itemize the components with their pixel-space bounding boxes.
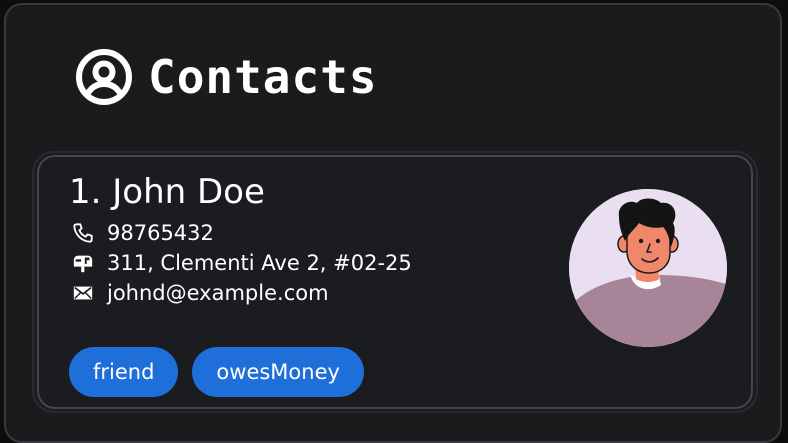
email-icon — [73, 286, 93, 300]
avatar — [569, 189, 727, 347]
header: Contacts — [74, 45, 378, 109]
contact-card-border: 1. John Doe 98765432 311, Clementi Ave 2… — [37, 155, 753, 409]
phone-value: 98765432 — [107, 221, 214, 245]
tag-friend: friend — [69, 347, 179, 397]
email-value: johnd@example.com — [107, 281, 329, 305]
address-value: 311, Clementi Ave 2, #02-25 — [107, 251, 412, 275]
tag-owes-money: owesMoney — [192, 347, 364, 397]
phone-icon — [73, 223, 93, 243]
tag-list: friend owesMoney — [69, 347, 364, 397]
person-avatar-icon — [569, 189, 727, 347]
mailbox-icon — [73, 255, 93, 273]
address-row: 311, Clementi Ave 2, #02-25 — [71, 251, 412, 275]
contact-name: 1. John Doe — [69, 172, 265, 212]
phone-row: 98765432 — [71, 221, 214, 245]
user-circle-icon — [76, 49, 132, 105]
contacts-window: Contacts 1. John Doe 98765432 311, Cleme — [4, 3, 782, 443]
email-row: johnd@example.com — [71, 281, 329, 305]
contact-card[interactable]: 1. John Doe 98765432 311, Clementi Ave 2… — [32, 151, 758, 413]
page-title: Contacts — [148, 50, 378, 104]
